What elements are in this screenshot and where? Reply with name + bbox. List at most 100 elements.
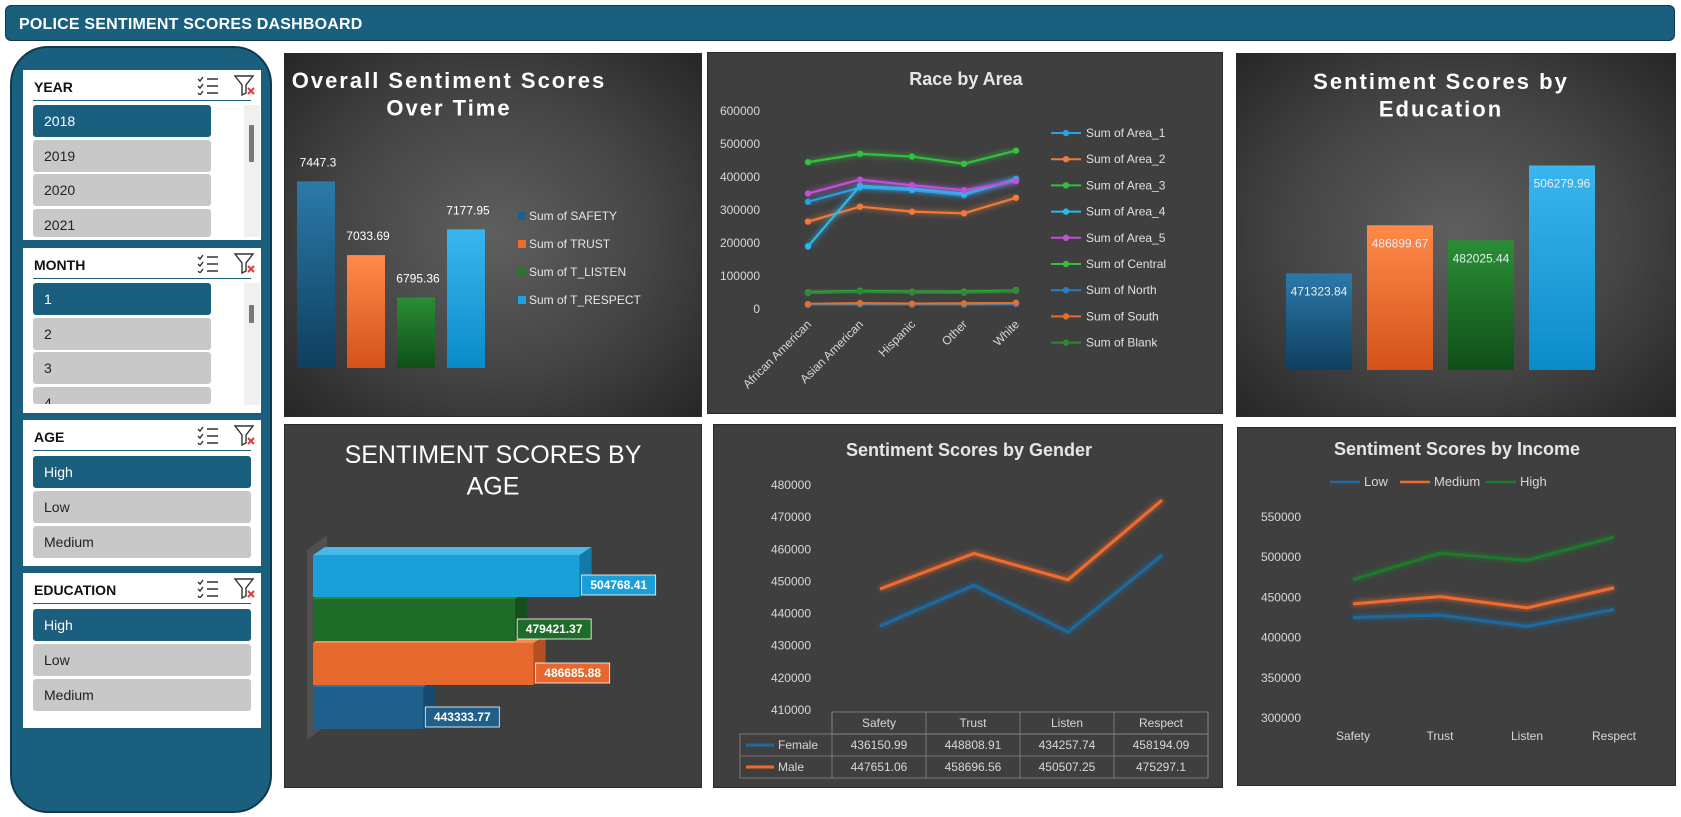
- data-point: [804, 243, 812, 250]
- chart-title: Education: [1379, 97, 1503, 122]
- x-tick-label: Safety: [1336, 729, 1370, 743]
- y-tick-label: 500000: [1261, 550, 1301, 564]
- line-series-2: [1352, 535, 1615, 582]
- table-cell: 450507.25: [1039, 760, 1096, 774]
- bar-0: [297, 181, 335, 368]
- year-item-2021[interactable]: 2021: [33, 209, 211, 237]
- data-label: 7177.95: [446, 203, 490, 217]
- data-point: [804, 198, 812, 205]
- education-item-low[interactable]: Low: [33, 644, 251, 676]
- chart-education[interactable]: Sentiment Scores by Education 471323.84 486…: [1236, 53, 1676, 417]
- data-label: 471323.84: [1291, 284, 1348, 298]
- year-scrollbar[interactable]: [244, 105, 260, 237]
- x-tick-label: Listen: [1511, 729, 1543, 743]
- legend-marker: [1062, 234, 1070, 241]
- y-tick-label: 300000: [1261, 711, 1301, 725]
- multi-select-icon[interactable]: [197, 75, 219, 95]
- data-label: 482025.44: [1453, 251, 1510, 265]
- age-item-medium[interactable]: Medium: [33, 526, 251, 558]
- legend-marker: [1062, 129, 1070, 137]
- dashboard-title: POLICE SENTIMENT SCORES DASHBOARD: [19, 16, 363, 33]
- chart-title: SENTIMENT SCORES BY: [345, 441, 642, 469]
- month-item-1[interactable]: 1: [33, 283, 211, 315]
- clear-filter-icon[interactable]: [233, 576, 257, 600]
- dashboard: POLICE SENTIMENT SCORES DASHBOARD YEAR 2…: [0, 0, 1681, 817]
- bar-2: [397, 297, 435, 368]
- y-tick-label: 480000: [771, 478, 811, 492]
- legend-label: Sum of SAFETY: [529, 209, 617, 223]
- y-tick-label: 400000: [720, 170, 760, 184]
- age-item-low[interactable]: Low: [33, 491, 251, 523]
- y-tick-label: 420000: [771, 671, 811, 685]
- chart-title: Overall Sentiment Scores: [292, 68, 607, 93]
- chart-overall-sentiment[interactable]: Overall Sentiment Scores Over Time 7447.3 7…: [284, 53, 702, 417]
- year-item-2018[interactable]: 2018: [33, 105, 211, 137]
- y-tick-label: 440000: [771, 607, 811, 621]
- education-item-high[interactable]: High: [33, 609, 251, 641]
- chart-title: AGE: [467, 472, 520, 500]
- year-slicer: YEAR 2018 2019 2020 2021: [23, 70, 261, 240]
- table-cell: 448808.91: [945, 738, 1002, 752]
- line-series-1: [1352, 586, 1615, 610]
- month-item-4[interactable]: 4: [33, 387, 211, 404]
- education-item-medium[interactable]: Medium: [33, 679, 251, 711]
- y-tick-label: 410000: [771, 703, 811, 717]
- month-item-3[interactable]: 3: [33, 352, 211, 384]
- legend-marker: [1062, 260, 1070, 268]
- data-point: [1012, 178, 1020, 185]
- clear-filter-icon[interactable]: [233, 73, 257, 97]
- y-tick-label: 450000: [1261, 590, 1301, 604]
- legend-label: Sum of Area_1: [1086, 126, 1166, 140]
- data-point: [908, 182, 916, 189]
- multi-select-icon[interactable]: [197, 425, 219, 445]
- legend-label: Sum of T_LISTEN: [529, 265, 626, 279]
- slicer-title: AGE: [34, 429, 65, 445]
- month-scrollbar[interactable]: [244, 283, 260, 405]
- multi-select-icon[interactable]: [197, 253, 219, 273]
- y-tick-label: 200000: [720, 236, 760, 250]
- table-cell: 475297.1: [1136, 760, 1186, 774]
- year-item-2019[interactable]: 2019: [33, 140, 211, 172]
- clear-filter-icon[interactable]: [233, 423, 257, 447]
- legend-marker: [1062, 313, 1070, 320]
- legend-label: Sum of Area_4: [1086, 205, 1166, 219]
- month-item-2[interactable]: 2: [33, 318, 211, 350]
- table-cell: 458194.09: [1133, 738, 1190, 752]
- overall-sentiment-chart-svg: Overall Sentiment Scores Over Time 7447.3 7…: [292, 68, 641, 368]
- y-tick-label: 350000: [1261, 671, 1301, 685]
- data-point: [908, 208, 916, 215]
- data-point: [856, 182, 864, 190]
- line-series-1: [879, 498, 1163, 591]
- legend-swatch: [518, 268, 526, 276]
- table-row-label: Male: [778, 760, 804, 774]
- x-tick-label: Trust: [1427, 729, 1455, 743]
- multi-select-icon[interactable]: [197, 578, 219, 598]
- slicer-header: YEAR: [33, 70, 255, 101]
- line-series-0: [1352, 607, 1615, 628]
- bar-3: [313, 555, 580, 597]
- table-cell: 458696.56: [945, 760, 1002, 774]
- legend-label: Sum of Area_2: [1086, 152, 1166, 166]
- legend-label: Sum of Area_3: [1086, 178, 1166, 192]
- chart-gender[interactable]: Sentiment Scores by Gender 480000 470000 46…: [713, 424, 1223, 788]
- clear-filter-icon[interactable]: [233, 251, 257, 275]
- data-point: [856, 299, 864, 307]
- legend-marker: [1062, 339, 1070, 346]
- data-point: [804, 190, 812, 197]
- legend-label: Sum of South: [1086, 309, 1159, 323]
- bar-3: [1529, 165, 1595, 370]
- y-tick-label: 500000: [720, 137, 760, 151]
- chart-race-by-area[interactable]: Race by Area 600000 500000 400000 300000 2000…: [707, 52, 1223, 414]
- data-label: 443333.77: [434, 710, 491, 724]
- data-point: [960, 187, 968, 194]
- age-item-high[interactable]: High: [33, 456, 251, 488]
- data-point: [1012, 287, 1020, 295]
- chart-income[interactable]: Sentiment Scores by Income Low Medium High 5…: [1237, 427, 1676, 786]
- year-item-2020[interactable]: 2020: [33, 174, 211, 206]
- legend-label: Sum of Blank: [1086, 336, 1158, 350]
- data-point: [804, 158, 812, 166]
- data-point: [1012, 299, 1020, 306]
- education-chart-svg: Sentiment Scores by Education 471323.84 486…: [1286, 69, 1595, 370]
- x-tick-label: Hispanic: [876, 317, 918, 359]
- chart-age[interactable]: SENTIMENT SCORES BY AGE 443333.77 486685.88…: [284, 424, 702, 788]
